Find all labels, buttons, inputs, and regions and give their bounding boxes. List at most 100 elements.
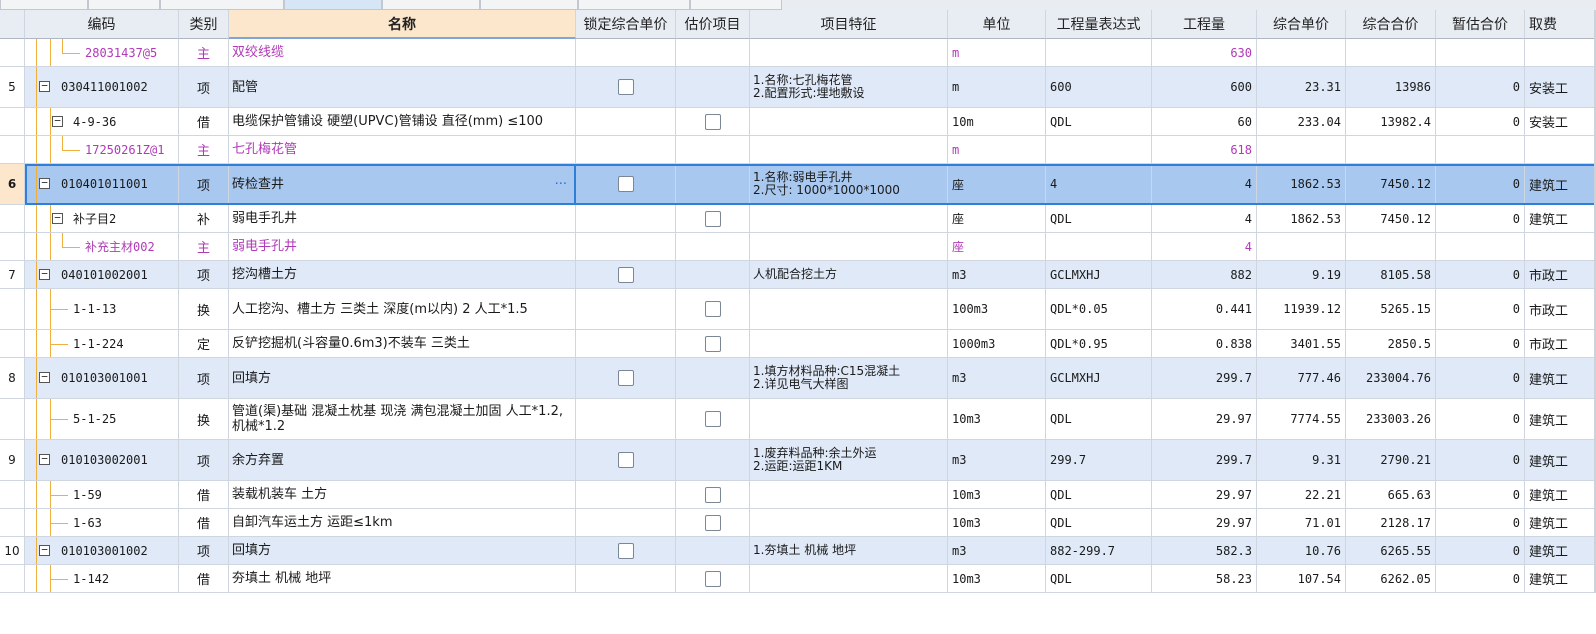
table-row[interactable]: 9−010103002001 项余方弃置 1.废弃料品种:余土外运 2.运距:运距1K… bbox=[0, 440, 1596, 481]
name-cell[interactable]: 双绞线缆 bbox=[229, 39, 576, 67]
code-cell[interactable]: −030411001002 bbox=[25, 67, 179, 108]
name-cell[interactable]: 人工挖沟、槽土方 三类土 深度(m以内) 2 人工*1.5 bbox=[229, 289, 576, 330]
name-cell[interactable]: 弱电手孔井 bbox=[229, 233, 576, 261]
name-cell[interactable]: 管道(渠)基础 混凝土枕基 现浇 满包混凝土加固 人工*1.2,机械*1.2 bbox=[229, 399, 576, 440]
table-row[interactable]: 1-1-224 定反铲挖掘机(斗容量0.6m3)不装车 三类土 1000m3 QDL*… bbox=[0, 330, 1596, 358]
checkbox-icon[interactable] bbox=[704, 301, 721, 317]
checkbox-icon[interactable] bbox=[704, 411, 721, 427]
collapse-toggle-icon[interactable]: − bbox=[39, 453, 50, 465]
header-unit[interactable]: 单位 bbox=[948, 10, 1046, 39]
checkbox-icon[interactable] bbox=[704, 113, 721, 130]
code-cell[interactable]: − 补子目2 bbox=[25, 205, 179, 233]
table-row[interactable]: 8−010103001001 项回填方 1.填方材料品种:C15混凝土 2.详见电气大… bbox=[0, 358, 1596, 399]
header-feature[interactable]: 项目特征 bbox=[750, 10, 948, 39]
code-cell[interactable]: −010103001001 bbox=[25, 358, 179, 399]
header-qty-expr[interactable]: 工程量表达式 bbox=[1046, 10, 1152, 39]
header-total[interactable]: 综合合价 bbox=[1346, 10, 1436, 39]
name-cell[interactable]: 配管 bbox=[229, 67, 576, 108]
name-cell[interactable]: 挖沟槽土方 bbox=[229, 261, 576, 289]
code-cell[interactable]: 补充主材002 bbox=[25, 233, 179, 261]
header-type[interactable]: 类别 bbox=[179, 10, 229, 39]
type-cell: 定 bbox=[179, 330, 229, 358]
name-cell[interactable]: 回填方 bbox=[229, 537, 576, 565]
checkbox-icon[interactable] bbox=[617, 370, 634, 386]
tab[interactable] bbox=[88, 0, 160, 10]
name-cell[interactable]: 装载机装车 土方 bbox=[229, 481, 576, 509]
collapse-toggle-icon[interactable]: − bbox=[39, 80, 50, 92]
table-row[interactable]: 17250261Z@1 主七孔梅花管 m 618 bbox=[0, 136, 1596, 164]
table-row[interactable]: −4-9-36 借电缆保护管铺设 硬塑(UPVC)管铺设 直径(mm) ≤100 1… bbox=[0, 108, 1596, 136]
tree-line bbox=[62, 149, 80, 151]
table-row[interactable]: 10−010103001002 项回填方 1.夯填土 机械 地坪 m3 882-299.… bbox=[0, 537, 1596, 565]
tab[interactable] bbox=[160, 0, 284, 10]
code-cell[interactable]: 1-59 bbox=[25, 481, 179, 509]
name-cell[interactable]: 回填方 bbox=[229, 358, 576, 399]
name-cell[interactable]: 夯填土 机械 地坪 bbox=[229, 565, 576, 593]
table-row[interactable]: 1-1-13 换人工挖沟、槽土方 三类土 深度(m以内) 2 人工*1.5 100m… bbox=[0, 289, 1596, 330]
table-row[interactable]: 5−030411001002 项配管 1.名称:七孔梅花管 2.配置形式:埋地敷设 m 6… bbox=[0, 67, 1596, 108]
code-cell[interactable]: 5-1-25 bbox=[25, 399, 179, 440]
code-cell[interactable]: 1-63 bbox=[25, 509, 179, 537]
checkbox-icon[interactable] bbox=[617, 452, 634, 468]
table-row[interactable]: − 补子目2 补弱电手孔井座 QDL 4 1862.53 7450.12 0 建筑工 bbox=[0, 205, 1596, 233]
checkbox-icon[interactable] bbox=[617, 266, 634, 283]
header-est-item[interactable]: 估价项目 bbox=[676, 10, 750, 39]
collapse-toggle-icon[interactable]: − bbox=[39, 544, 50, 556]
code-cell[interactable]: −010401011001 bbox=[25, 164, 179, 205]
table-row[interactable]: 1-63 借自卸汽车运土方 运距≤1km 10m3 QDL 29.97 71.01 2128… bbox=[0, 509, 1596, 537]
checkbox-icon[interactable] bbox=[617, 79, 634, 95]
table-row[interactable]: 7−040101002001 项挖沟槽土方 人机配合挖土方 m3 GCLMXHJ 882 9… bbox=[0, 261, 1596, 289]
table-row[interactable]: 28031437@5 主双绞线缆 m 630 bbox=[0, 39, 1596, 67]
header-name[interactable]: 名称 bbox=[229, 10, 576, 39]
header-code[interactable]: 编码 bbox=[25, 10, 179, 39]
table-row[interactable]: 5-1-25 换管道(渠)基础 混凝土枕基 现浇 满包混凝土加固 人工*1.2,机… bbox=[0, 399, 1596, 440]
header-lock-price[interactable]: 锁定综合单价 bbox=[576, 10, 676, 39]
collapse-toggle-icon[interactable]: − bbox=[52, 115, 63, 127]
code-cell[interactable]: −010103001002 bbox=[25, 537, 179, 565]
code-cell[interactable]: 17250261Z@1 bbox=[25, 136, 179, 164]
collapse-toggle-icon[interactable]: − bbox=[52, 212, 63, 224]
tab-active[interactable] bbox=[284, 0, 382, 10]
table-row[interactable]: 1-59 借装载机装车 土方 10m3 QDL 29.97 22.21 665.63 0 建筑工 bbox=[0, 481, 1596, 509]
name-cell[interactable]: 电缆保护管铺设 硬塑(UPVC)管铺设 直径(mm) ≤100 bbox=[229, 108, 576, 136]
checkbox-icon[interactable] bbox=[704, 486, 721, 503]
collapse-toggle-icon[interactable]: − bbox=[39, 268, 50, 280]
checkbox-icon[interactable] bbox=[704, 514, 721, 531]
checkbox-icon[interactable] bbox=[704, 335, 721, 352]
row-seq bbox=[0, 289, 25, 330]
code-cell[interactable]: 28031437@5 bbox=[25, 39, 179, 67]
checkbox-icon[interactable] bbox=[704, 210, 721, 227]
header-qty[interactable]: 工程量 bbox=[1152, 10, 1257, 39]
checkbox-icon[interactable] bbox=[617, 176, 634, 192]
code-cell[interactable]: 1-1-224 bbox=[25, 330, 179, 358]
fee-cell: 建筑工 bbox=[1525, 205, 1596, 233]
tab[interactable] bbox=[690, 0, 782, 10]
table-row[interactable]: 补充主材002 主弱电手孔井 座 4 bbox=[0, 233, 1596, 261]
header-est-total[interactable]: 暂估合价 bbox=[1436, 10, 1525, 39]
collapse-toggle-icon[interactable]: − bbox=[39, 177, 50, 189]
tab[interactable] bbox=[480, 0, 578, 10]
qty-expr-cell: 4 bbox=[1046, 164, 1152, 205]
code-cell[interactable]: 1-142 bbox=[25, 565, 179, 593]
tab[interactable] bbox=[0, 0, 88, 10]
tab[interactable] bbox=[382, 0, 480, 10]
ellipsis-icon[interactable]: ··· bbox=[555, 164, 567, 204]
code-cell[interactable]: −010103002001 bbox=[25, 440, 179, 481]
name-cell[interactable]: 自卸汽车运土方 运距≤1km bbox=[229, 509, 576, 537]
name-cell[interactable]: 余方弃置 bbox=[229, 440, 576, 481]
code-cell[interactable]: 1-1-13 bbox=[25, 289, 179, 330]
header-fee[interactable]: 取费 bbox=[1525, 10, 1596, 39]
header-unit-price[interactable]: 综合单价 bbox=[1257, 10, 1346, 39]
name-cell[interactable]: 反铲挖掘机(斗容量0.6m3)不装车 三类土 bbox=[229, 330, 576, 358]
name-cell[interactable]: 七孔梅花管 bbox=[229, 136, 576, 164]
name-cell[interactable]: 砖检查井 ··· bbox=[229, 164, 576, 205]
table-row[interactable]: 1-142 借夯填土 机械 地坪 10m3 QDL 58.23 107.54 6262.05… bbox=[0, 565, 1596, 593]
name-cell[interactable]: 弱电手孔井 bbox=[229, 205, 576, 233]
table-row[interactable]: 6−010401011001 项砖检查井 ··· 1.名称:弱电手孔井 2.尺寸: 10… bbox=[0, 164, 1596, 205]
checkbox-icon[interactable] bbox=[617, 542, 634, 559]
code-cell[interactable]: −040101002001 bbox=[25, 261, 179, 289]
collapse-toggle-icon[interactable]: − bbox=[39, 371, 50, 383]
checkbox-icon[interactable] bbox=[704, 570, 721, 587]
tab[interactable] bbox=[578, 0, 690, 10]
code-cell[interactable]: −4-9-36 bbox=[25, 108, 179, 136]
